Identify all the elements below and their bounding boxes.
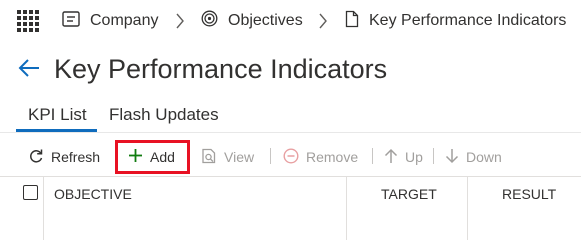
chevron-right-icon — [176, 13, 184, 29]
column-divider — [43, 177, 44, 240]
grid-header-border — [0, 176, 581, 177]
down-label: Down — [466, 149, 502, 165]
plus-icon — [128, 148, 143, 166]
column-header-result[interactable]: RESULT — [502, 186, 556, 202]
select-all-checkbox[interactable] — [23, 185, 38, 200]
remove-button[interactable]: Remove — [283, 145, 358, 169]
target-icon — [201, 10, 218, 32]
breadcrumb-company[interactable]: Company — [62, 9, 158, 33]
column-header-target[interactable]: TARGET — [381, 186, 437, 202]
building-icon — [62, 10, 80, 32]
page-title: Key Performance Indicators — [54, 54, 388, 84]
arrow-down-icon — [445, 148, 459, 167]
breadcrumb-bar: Company Objectives Key Performance Indic… — [0, 0, 581, 42]
view-button[interactable]: View — [201, 145, 254, 169]
chevron-right-icon — [319, 13, 327, 29]
tab-kpi-list[interactable]: KPI List — [28, 104, 87, 126]
back-arrow-icon[interactable] — [17, 56, 41, 80]
toolbar-divider — [433, 148, 434, 164]
view-icon — [201, 148, 217, 167]
breadcrumb-label: Objectives — [228, 12, 303, 29]
toolbar-divider — [270, 148, 271, 164]
tab-flash-updates[interactable]: Flash Updates — [109, 104, 219, 126]
breadcrumb-label: Key Performance Indicators — [369, 12, 567, 29]
app-launcher-icon[interactable] — [17, 10, 39, 32]
remove-icon — [283, 147, 299, 167]
refresh-button[interactable]: Refresh — [28, 145, 100, 169]
arrow-up-icon — [384, 148, 398, 167]
column-header-objective[interactable]: OBJECTIVE — [54, 186, 132, 202]
breadcrumb-kpi[interactable]: Key Performance Indicators — [345, 9, 566, 33]
move-down-button[interactable]: Down — [445, 145, 502, 169]
add-button[interactable]: Add — [128, 145, 175, 169]
breadcrumb-objectives[interactable]: Objectives — [201, 9, 303, 33]
column-divider — [346, 177, 347, 240]
up-label: Up — [405, 149, 423, 165]
remove-label: Remove — [306, 149, 359, 165]
view-label: View — [224, 149, 255, 165]
column-divider — [467, 177, 468, 240]
refresh-icon — [28, 148, 44, 167]
tab-divider — [0, 132, 581, 133]
add-label: Add — [150, 149, 175, 165]
toolbar-divider — [372, 148, 373, 164]
refresh-label: Refresh — [51, 149, 101, 165]
move-up-button[interactable]: Up — [384, 145, 423, 169]
document-icon — [345, 10, 359, 33]
breadcrumb-label: Company — [90, 12, 159, 29]
